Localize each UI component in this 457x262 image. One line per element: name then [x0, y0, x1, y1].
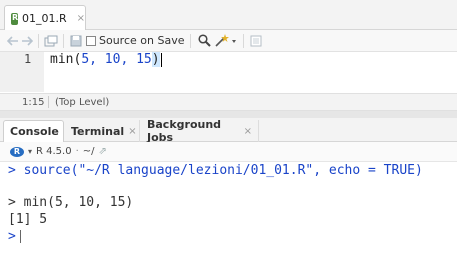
- toolbar-divider: [63, 33, 64, 48]
- console-prompt[interactable]: >: [8, 229, 21, 244]
- console-source-command: > source("~/R language/lezioni/01_01.R",…: [8, 163, 423, 178]
- back-arrow-icon[interactable]: [6, 32, 20, 50]
- source-on-save-checkbox[interactable]: [86, 35, 96, 46]
- line-gutter: 1: [0, 52, 44, 92]
- close-tab-icon[interactable]: ×: [77, 13, 85, 24]
- tab-background-jobs-label: Background Jobs: [147, 118, 222, 144]
- code-paren-close: ): [151, 52, 160, 67]
- r-logo-icon[interactable]: R: [10, 146, 24, 157]
- code-editor[interactable]: 1 min(5, 10, 15): [0, 52, 457, 92]
- forward-arrow-icon[interactable]: [20, 32, 34, 50]
- tab-console-label: Console: [10, 125, 59, 138]
- editor-toolbar: Source on Save: [0, 30, 457, 52]
- r-version: R 4.5.0: [36, 146, 72, 157]
- working-directory[interactable]: ~/: [83, 146, 95, 157]
- code-tools-wand-icon[interactable]: [213, 32, 239, 50]
- tab-background-jobs[interactable]: Background Jobs ×: [141, 118, 259, 144]
- console-output[interactable]: > source("~/R language/lezioni/01_01.R",…: [0, 162, 457, 262]
- status-divider: [48, 96, 49, 108]
- close-icon[interactable]: ×: [128, 126, 136, 137]
- cursor-position: 1:15: [22, 96, 45, 108]
- show-in-window-icon[interactable]: [43, 32, 59, 50]
- console-result: [1] 5: [8, 212, 48, 227]
- pane-splitter[interactable]: [0, 111, 457, 118]
- editor-status-bar: 1:15 (Top Level): [0, 93, 457, 111]
- toolbar-divider: [243, 33, 245, 48]
- compile-report-icon[interactable]: [248, 32, 264, 50]
- file-tab-label: 01_01.R: [21, 12, 67, 25]
- dropdown-arrow-icon[interactable]: ▾: [28, 147, 32, 156]
- toolbar-divider: [38, 33, 39, 48]
- console-info-bar: R ▾ R 4.5.0 · ~/ ⇗: [0, 142, 457, 162]
- console-tabbar: Console Terminal × Background Jobs ×: [0, 118, 457, 144]
- tab-terminal[interactable]: Terminal ×: [65, 120, 140, 142]
- code-function: min(: [50, 52, 82, 67]
- line-number: 1: [24, 52, 32, 66]
- console-cursor: [19, 230, 21, 243]
- toolbar-divider: [190, 33, 192, 48]
- separator-dot: ·: [75, 146, 79, 157]
- search-icon[interactable]: [195, 32, 213, 50]
- tab-terminal-label: Terminal: [71, 124, 125, 138]
- code-line[interactable]: min(5, 10, 15): [50, 52, 162, 67]
- save-icon[interactable]: [68, 32, 84, 50]
- r-file-icon: [11, 12, 18, 25]
- code-args: 5, 10, 15: [81, 52, 152, 67]
- console-echo-command: > min(5, 10, 15): [8, 195, 134, 210]
- tab-console[interactable]: Console: [3, 120, 64, 142]
- file-tab[interactable]: 01_01.R ×: [4, 5, 86, 31]
- source-on-save-toggle[interactable]: Source on Save: [86, 32, 184, 50]
- goto-directory-icon[interactable]: ⇗: [99, 146, 107, 157]
- prompt-symbol: >: [8, 229, 16, 244]
- text-cursor: [160, 52, 162, 67]
- close-icon[interactable]: ×: [244, 126, 252, 137]
- source-on-save-label: Source on Save: [99, 34, 185, 47]
- scope-selector[interactable]: (Top Level): [55, 97, 109, 108]
- editor-tabbar: 01_01.R ×: [0, 0, 457, 31]
